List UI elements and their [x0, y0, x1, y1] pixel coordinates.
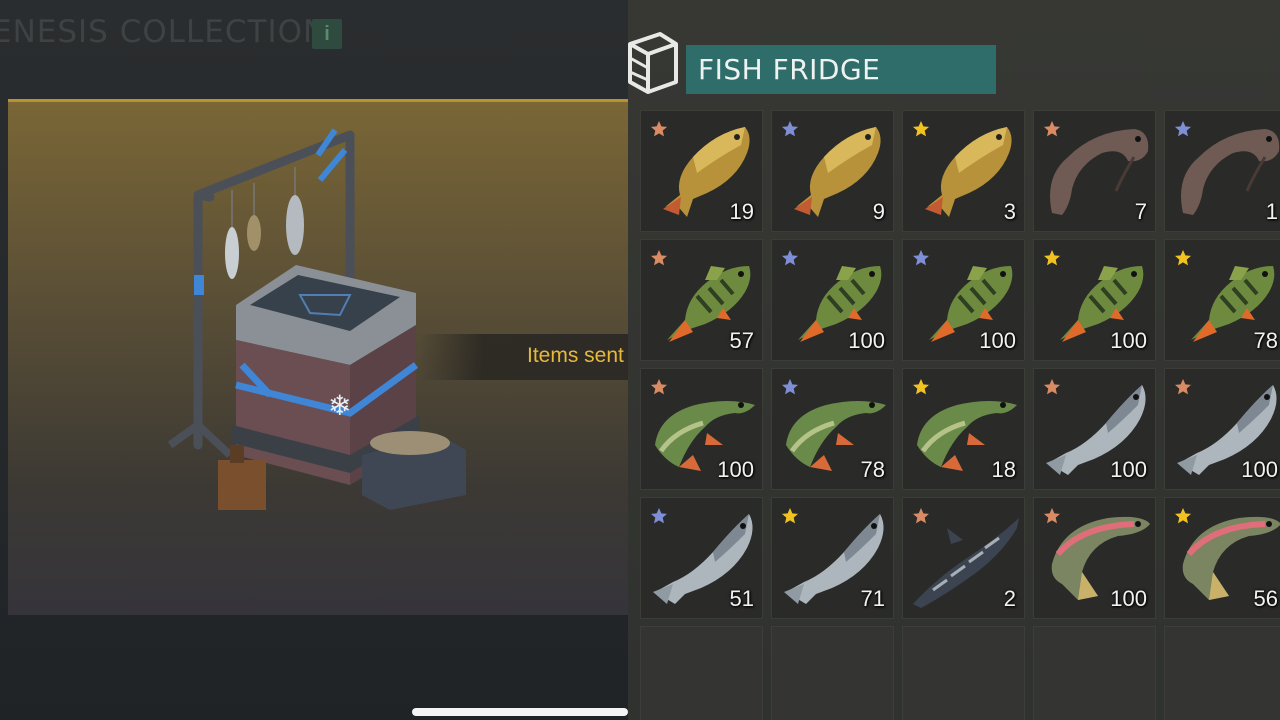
home-indicator[interactable] [412, 708, 628, 716]
star-icon [1172, 505, 1194, 526]
star-icon [910, 505, 932, 526]
item-count: 78 [1253, 328, 1278, 353]
star-icon [910, 376, 932, 397]
inventory-slot[interactable]: 100 [771, 239, 894, 361]
empty-inventory-slot[interactable] [771, 626, 894, 720]
inventory-slot[interactable]: 18 [902, 368, 1025, 490]
inventory-slot[interactable]: 1 [1164, 110, 1280, 232]
inventory-slot[interactable]: 100 [1033, 497, 1156, 619]
inventory-slot[interactable]: 100 [1033, 368, 1156, 490]
star-icon [779, 376, 801, 397]
star-icon [648, 118, 670, 139]
item-count: 3 [1003, 199, 1016, 224]
star-icon [910, 118, 932, 139]
empty-inventory-slot[interactable] [640, 626, 763, 720]
crate-icon [628, 32, 678, 94]
collection-title: ENESIS COLLECTION [0, 14, 328, 50]
item-count: 100 [1110, 328, 1147, 353]
empty-inventory-slot[interactable] [1164, 626, 1280, 720]
item-count: 100 [848, 328, 885, 353]
inventory-slot[interactable]: 78 [771, 368, 894, 490]
item-count: 56 [1253, 586, 1278, 611]
inventory-slot[interactable]: 100 [640, 368, 763, 490]
empty-inventory-slot[interactable] [902, 626, 1025, 720]
items-sent-notification: Items sent [527, 344, 624, 367]
inventory-slot[interactable]: 51 [640, 497, 763, 619]
inventory-slot[interactable]: 56 [1164, 497, 1280, 619]
fish-fridge-panel: FISH FRIDGE 19 9 3 7 1 57 100 100 100 78 100 78 18 10… [628, 0, 1280, 720]
fridge-title: FISH FRIDGE [686, 45, 996, 94]
star-icon [779, 118, 801, 139]
inventory-slot[interactable]: 2 [902, 497, 1025, 619]
star-icon [1041, 505, 1063, 526]
inventory-slot[interactable]: 78 [1164, 239, 1280, 361]
item-count: 100 [1110, 457, 1147, 482]
inventory-slot[interactable]: 71 [771, 497, 894, 619]
star-icon [1041, 118, 1063, 139]
item-count: 100 [1110, 586, 1147, 611]
star-icon [1041, 247, 1063, 268]
item-count: 1 [1265, 199, 1278, 224]
star-icon [1041, 376, 1063, 397]
empty-inventory-slot[interactable] [1033, 626, 1156, 720]
inventory-slot[interactable]: 9 [771, 110, 894, 232]
item-count: 19 [729, 199, 754, 224]
star-icon [1172, 118, 1194, 139]
inventory-slot[interactable]: 100 [902, 239, 1025, 361]
star-icon [648, 247, 670, 268]
item-count: 100 [1241, 457, 1278, 482]
inventory-slot[interactable]: 3 [902, 110, 1025, 232]
item-count: 100 [717, 457, 754, 482]
item-count: 78 [860, 457, 885, 482]
inventory-slot[interactable]: 19 [640, 110, 763, 232]
item-count: 57 [729, 328, 754, 353]
star-icon [779, 505, 801, 526]
star-icon [910, 247, 932, 268]
item-count: 9 [872, 199, 885, 224]
item-count: 7 [1134, 199, 1147, 224]
inventory-slot[interactable]: 57 [640, 239, 763, 361]
star-icon [648, 376, 670, 397]
item-count: 18 [991, 457, 1016, 482]
item-count: 51 [729, 586, 754, 611]
star-icon [779, 247, 801, 268]
item-count: 2 [1003, 586, 1016, 611]
star-icon [1172, 247, 1194, 268]
star-icon [1172, 376, 1194, 397]
item-count: 100 [979, 328, 1016, 353]
info-button[interactable]: i [312, 19, 342, 49]
inventory-slot[interactable]: 100 [1033, 239, 1156, 361]
fish-fridge-illustration: ❄ [167, 128, 466, 510]
inventory-slot[interactable]: 7 [1033, 110, 1156, 232]
inventory-slot[interactable]: 100 [1164, 368, 1280, 490]
star-icon [648, 505, 670, 526]
collection-panel: ENESIS COLLECTION i ❄ Items sent [0, 0, 628, 720]
item-count: 71 [860, 586, 885, 611]
svg-text:❄: ❄ [328, 389, 351, 422]
